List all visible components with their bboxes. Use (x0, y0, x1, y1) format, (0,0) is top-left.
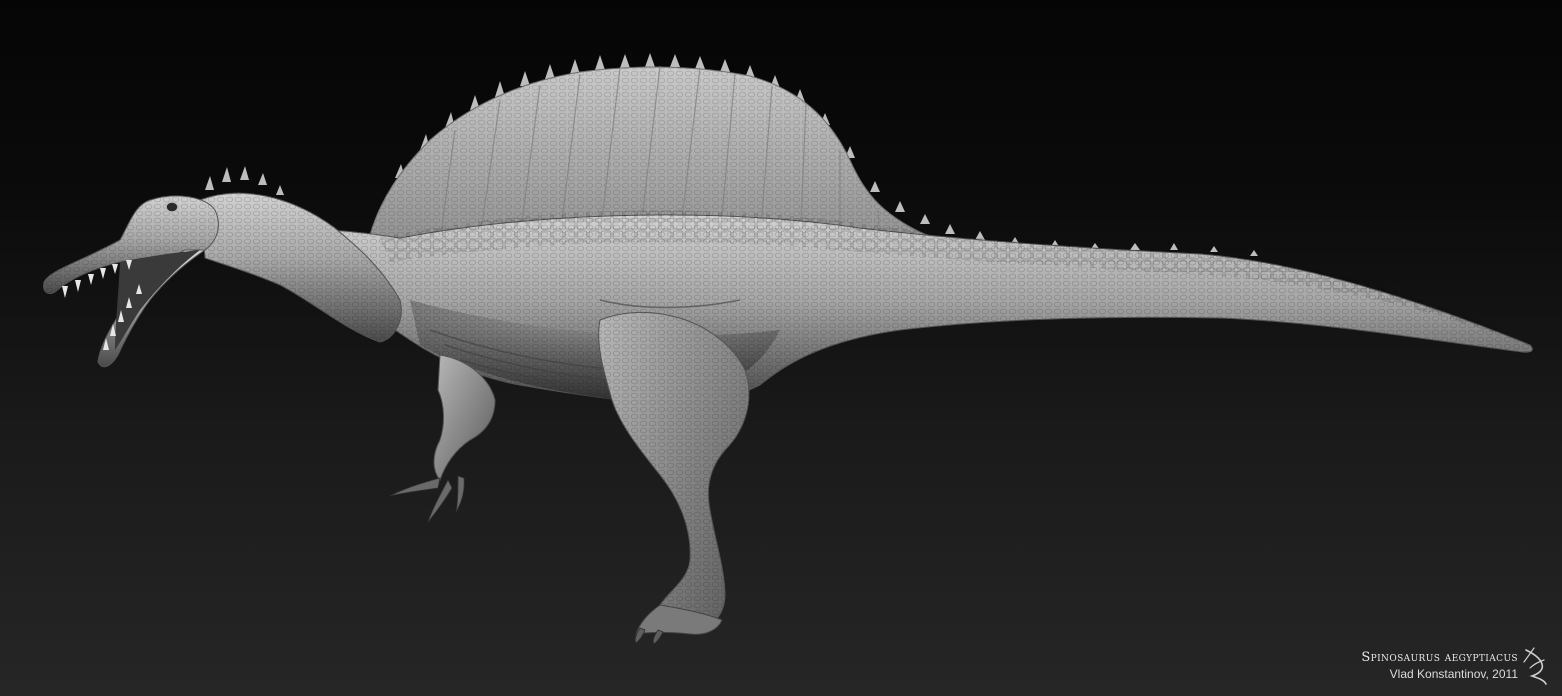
artwork-canvas: Spinosaurus aegyptiacus Vlad Konstantino… (0, 0, 1562, 696)
eye (165, 201, 179, 213)
spinosaurus-render (43, 53, 1533, 645)
signature-mark-icon (1523, 647, 1547, 685)
artwork-caption: Spinosaurus aegyptiacus Vlad Konstantino… (1361, 649, 1518, 682)
artist-credit: Vlad Konstantinov, 2011 (1389, 667, 1518, 681)
species-name: Spinosaurus aegyptiacus (1361, 650, 1518, 665)
claws-forelimb (389, 475, 465, 523)
